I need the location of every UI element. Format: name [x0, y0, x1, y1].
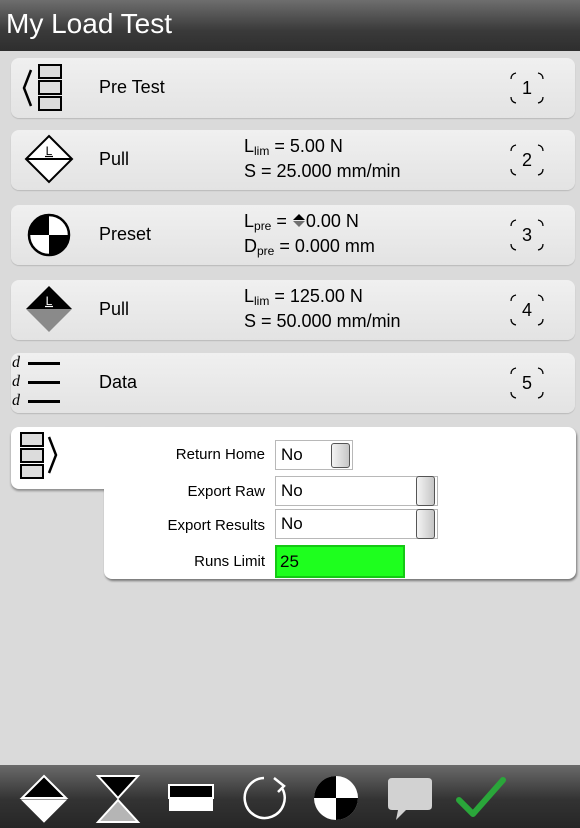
confirm-check-icon[interactable]: [455, 772, 507, 824]
step-label: Pull: [99, 299, 130, 319]
step-label: Preset: [99, 224, 152, 244]
bottom-toolbar: [0, 765, 580, 828]
export-raw-label: Export Raw: [187, 483, 265, 500]
export-results-toggle-button[interactable]: [416, 509, 435, 539]
cycle-icon[interactable]: [238, 772, 290, 824]
step-label: Pre Test: [99, 77, 165, 97]
export-raw-toggle-button[interactable]: [416, 476, 435, 506]
return-home-value: No: [281, 445, 303, 464]
pull-icon: L: [24, 134, 74, 184]
return-home-toggle-button[interactable]: [331, 443, 350, 468]
svg-text:L: L: [46, 294, 53, 308]
step-number: 1: [521, 78, 532, 98]
export-results-value: No: [281, 514, 303, 533]
zero-icon[interactable]: [310, 772, 362, 824]
post-test-icon: [20, 432, 58, 479]
load-limit-param: Llim = 5.00 N: [244, 136, 343, 158]
title-bar: My Load Test: [0, 0, 580, 51]
hold-step-icon[interactable]: [92, 772, 144, 824]
export-raw-value: No: [281, 481, 303, 500]
export-results-select[interactable]: No: [275, 509, 438, 539]
step-number-badge: 4: [504, 290, 550, 330]
speed-param: S = 50.000 mm/min: [244, 311, 401, 331]
runs-limit-label: Runs Limit: [194, 553, 265, 570]
pull-step-icon[interactable]: [18, 772, 70, 824]
return-home-label: Return Home: [175, 446, 265, 463]
preset-displacement-param: Dpre = 0.000 mm: [244, 236, 375, 258]
data-icon: d d d: [11, 353, 87, 413]
step-pre-test[interactable]: Pre Test 1: [11, 58, 575, 118]
step-preset[interactable]: Preset Lpre = 0.00 N Dpre = 0.000 mm 3: [11, 205, 575, 265]
preset-icon: [27, 213, 71, 257]
export-results-label: Export Results: [167, 517, 265, 534]
step-number-badge: 1: [504, 68, 550, 108]
step-number-badge: 2: [504, 140, 550, 180]
preset-block-icon[interactable]: [165, 772, 217, 824]
pre-test-icon: [22, 64, 62, 111]
speed-param: S = 25.000 mm/min: [244, 161, 401, 181]
pull-icon-filled: L: [26, 286, 72, 332]
return-home-select[interactable]: No: [275, 440, 353, 470]
step-number-badge: 5: [504, 363, 550, 403]
preset-load-param: Lpre = 0.00 N: [244, 211, 359, 233]
svg-text:L: L: [46, 144, 53, 158]
step-pull-2[interactable]: L Pull Llim = 125.00 N S = 50.000 mm/min…: [11, 280, 575, 340]
step-pull-1[interactable]: L Pull Llim = 5.00 N S = 25.000 mm/min 2: [11, 130, 575, 190]
comment-icon[interactable]: [384, 772, 436, 824]
step-number: 3: [521, 225, 532, 245]
step-number: 5: [521, 373, 532, 393]
step-number: 2: [521, 150, 532, 170]
runs-limit-input[interactable]: 25: [275, 545, 405, 578]
step-number: 4: [521, 300, 532, 320]
step-number-badge: 3: [504, 215, 550, 255]
load-limit-param: Llim = 125.00 N: [244, 286, 363, 308]
up-down-arrow-icon: [292, 214, 305, 227]
page-title: My Load Test: [6, 8, 173, 39]
step-label: Pull: [99, 149, 130, 169]
step-label: Data: [99, 372, 138, 392]
export-raw-select[interactable]: No: [275, 476, 438, 506]
step-data[interactable]: d d d Data 5: [11, 353, 575, 413]
